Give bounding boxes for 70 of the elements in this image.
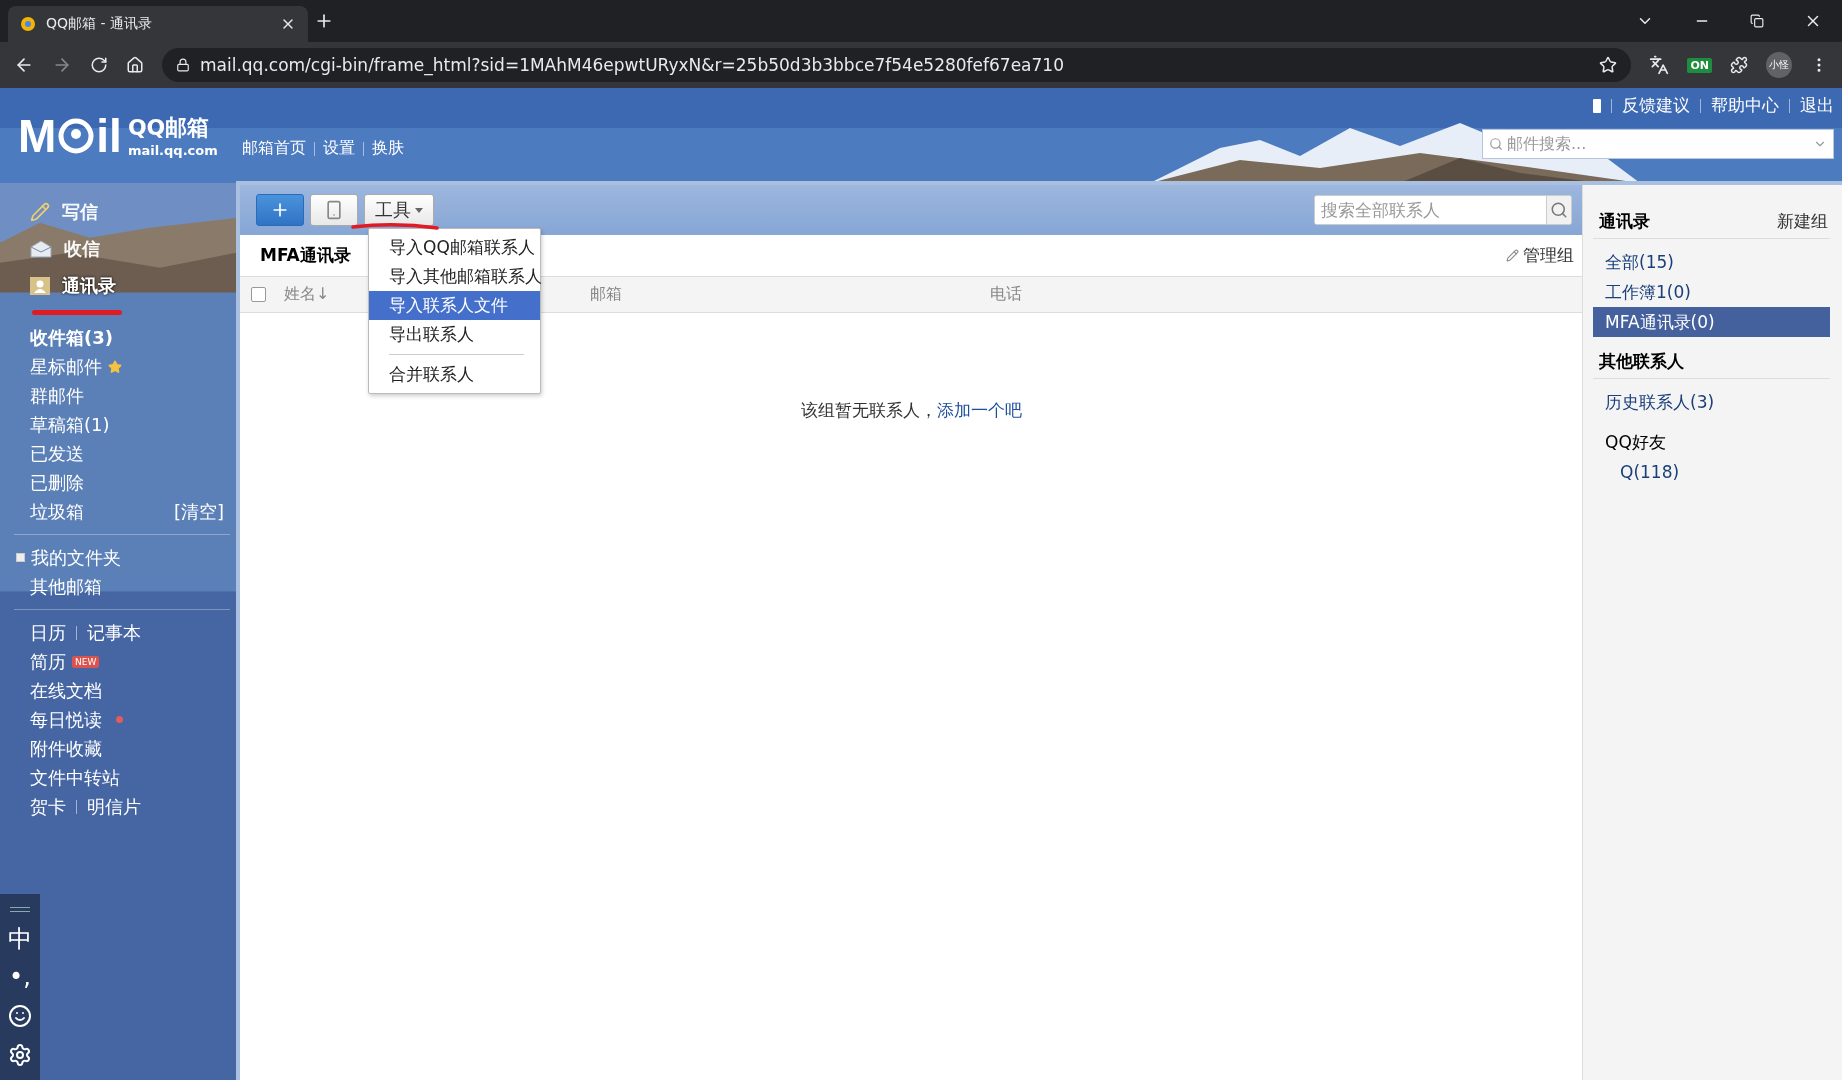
- reload-icon[interactable]: [90, 56, 108, 74]
- app-link[interactable]: 简历: [30, 649, 66, 674]
- restore-icon[interactable]: [1750, 14, 1764, 28]
- folder-link[interactable]: 群邮件: [30, 383, 84, 408]
- ime-punctuation[interactable]: •,: [9, 965, 31, 990]
- phone-icon: [324, 200, 344, 220]
- extension-badge[interactable]: ON: [1687, 57, 1712, 73]
- add-contact-button[interactable]: [256, 194, 304, 226]
- group-item[interactable]: Q(118): [1593, 457, 1830, 487]
- address-bar[interactable]: mail.qq.com/cgi-bin/frame_html?sid=1MAhM46epwtURyxN&r=25b50d3b3bbce7f54e5280fef67ea710: [162, 48, 1632, 82]
- app-link[interactable]: 附件收藏: [30, 736, 102, 761]
- panel-title: 其他联系人: [1599, 350, 1684, 373]
- phone-button[interactable]: [310, 194, 358, 226]
- pencil-icon: [1506, 249, 1519, 262]
- group-title: MFA通讯录: [260, 244, 351, 267]
- star-icon: [108, 359, 122, 374]
- group-item[interactable]: MFA通讯录(0): [1593, 307, 1830, 337]
- app-link[interactable]: 记事本: [87, 620, 141, 645]
- browser-tab[interactable]: QQ邮箱 - 通讯录: [8, 6, 308, 42]
- menu-item[interactable]: 导出联系人: [369, 320, 540, 349]
- section-label: QQ好友: [1605, 430, 1666, 454]
- app-link[interactable]: 在线文档: [30, 678, 102, 703]
- folder-link[interactable]: 已删除: [30, 470, 84, 495]
- empty-message: 该组暂无联系人，添加一个吧: [800, 400, 1022, 420]
- clear-link[interactable]: [清空]: [173, 499, 224, 524]
- tools-button[interactable]: 工具: [364, 194, 434, 226]
- menu-item[interactable]: 导入其他邮箱联系人: [369, 262, 540, 291]
- add-contact-link[interactable]: 添加一个吧: [936, 400, 1022, 420]
- smile-icon[interactable]: [8, 1004, 32, 1029]
- manage-label: 管理组: [1523, 244, 1574, 267]
- menu-item[interactable]: 导入QQ邮箱联系人: [369, 233, 540, 262]
- folder-link[interactable]: 收件箱(3): [30, 325, 113, 350]
- bookmark-icon[interactable]: [1599, 56, 1618, 74]
- app-link[interactable]: 日历: [30, 620, 66, 645]
- select-all-checkbox[interactable]: [251, 287, 266, 302]
- folder-link[interactable]: 已发送: [30, 441, 84, 466]
- app-link[interactable]: 文件中转站: [30, 765, 120, 790]
- settings-icon[interactable]: [8, 1042, 32, 1067]
- group-item[interactable]: 工作簿1(0): [1593, 277, 1830, 307]
- pencil-icon: [30, 201, 50, 222]
- folder-link[interactable]: 星标邮件: [30, 354, 102, 379]
- lock-icon: [176, 58, 190, 72]
- new-group-link[interactable]: 新建组: [1777, 210, 1828, 233]
- home-icon[interactable]: [126, 56, 144, 74]
- puzzle-icon[interactable]: [1730, 56, 1748, 74]
- folder-link[interactable]: 我的文件夹: [31, 545, 121, 570]
- group-item[interactable]: 全部(15): [1593, 247, 1830, 277]
- browser-favicon: [20, 16, 36, 32]
- contact-search-field[interactable]: 搜索全部联系人: [1314, 195, 1572, 225]
- extension-icon[interactable]: [1649, 55, 1670, 75]
- menu-item[interactable]: 合并联系人: [369, 360, 540, 389]
- column-header[interactable]: 电话: [990, 284, 1582, 305]
- folder-link[interactable]: 垃圾箱: [30, 499, 84, 524]
- grip-icon[interactable]: [10, 907, 30, 913]
- panel-title: 通讯录: [1599, 210, 1650, 233]
- app-link[interactable]: 明信片: [87, 794, 141, 819]
- folder-link[interactable]: 其他邮箱: [30, 574, 102, 599]
- search-icon[interactable]: [1546, 196, 1571, 224]
- envelope-icon: [30, 239, 52, 258]
- profile-avatar[interactable]: 小怪: [1766, 52, 1792, 78]
- app-link[interactable]: 贺卡: [30, 794, 66, 819]
- folder-link[interactable]: 草稿箱(1): [30, 412, 110, 437]
- caret-icon: [415, 207, 423, 213]
- app-link[interactable]: 每日悦读: [30, 707, 102, 732]
- column-header[interactable]: 邮箱: [590, 284, 990, 305]
- ime-mode[interactable]: 中: [8, 926, 32, 951]
- unread-dot: [116, 716, 123, 723]
- group-item[interactable]: 历史联系人(3): [1593, 387, 1830, 417]
- sidebar-action[interactable]: 通讯录: [0, 267, 236, 304]
- menu-item[interactable]: 导入联系人文件: [369, 291, 540, 320]
